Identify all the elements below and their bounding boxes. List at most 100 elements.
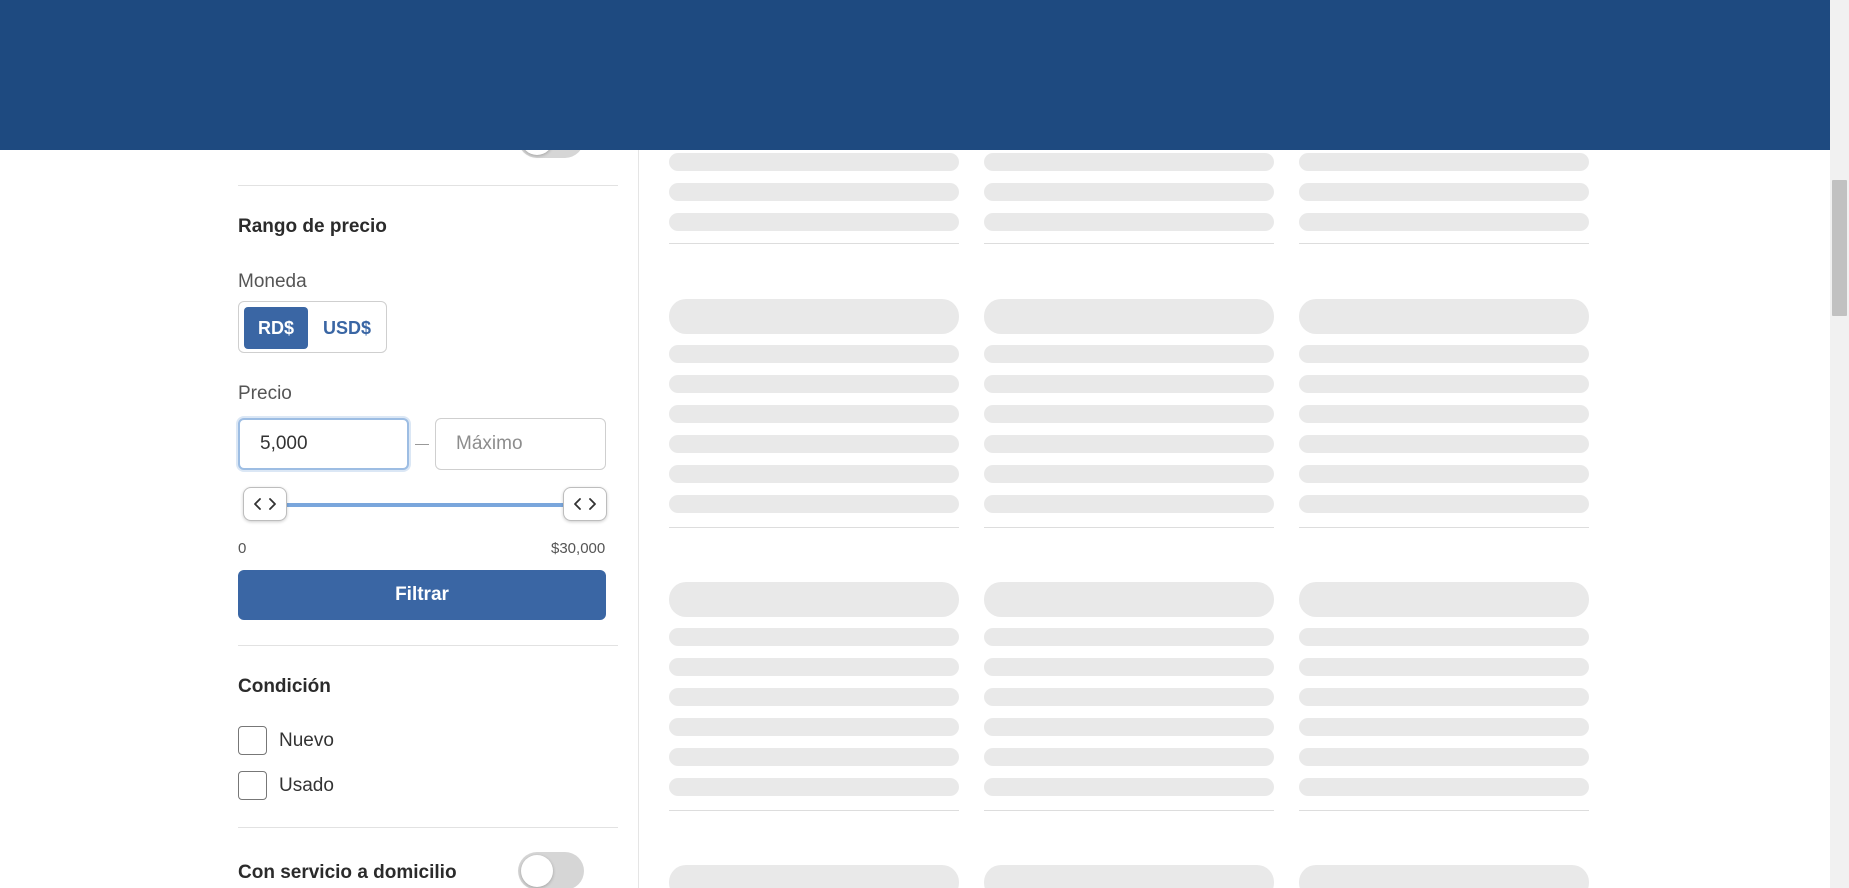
currency-toggle: RD$ USD$ (238, 301, 387, 353)
category-nav: Categorías y más Inmuebles Vehículos Ele… (0, 100, 1830, 132)
skeleton-line (669, 628, 959, 646)
skeleton-line (1299, 658, 1589, 676)
skeleton-line (669, 213, 959, 231)
skeleton-card-divider (984, 810, 1274, 811)
skeleton-line (669, 748, 959, 766)
currency-usd-button[interactable]: USD$ (313, 307, 381, 349)
skeleton-title (984, 299, 1274, 334)
search-icon (1211, 31, 1229, 49)
currency-rd-button[interactable]: RD$ (244, 307, 308, 349)
filter-divider (238, 185, 618, 186)
price-dash (415, 444, 429, 445)
skeleton-title (1299, 582, 1589, 617)
skeleton-line (1299, 748, 1589, 766)
scrollbar-thumb[interactable] (1832, 180, 1847, 316)
checkbox-label: Nuevo (279, 729, 334, 751)
search-input[interactable] (449, 15, 1195, 65)
price-max-input[interactable] (435, 418, 606, 470)
skeleton-line (669, 345, 959, 363)
skeleton-line (984, 345, 1274, 363)
skeleton-line (984, 213, 1274, 231)
categories-label: Categorías y más (238, 104, 396, 125)
publish-label: Publicar (1500, 29, 1576, 50)
skeleton-line (984, 405, 1274, 423)
skeleton-line (669, 405, 959, 423)
skeleton-line (1299, 465, 1589, 483)
skeleton-line (1299, 435, 1589, 453)
filter-divider (238, 645, 618, 646)
login-link[interactable]: Iniciar sesión (1314, 29, 1435, 51)
filter-toggle-top[interactable] (518, 120, 584, 158)
skeleton-card-divider (1299, 243, 1589, 244)
toggle-knob (521, 855, 553, 887)
skeleton-line (1299, 778, 1589, 796)
corotos-logo[interactable]: Corotos (238, 14, 409, 63)
skeleton-title (669, 582, 959, 617)
skeleton-title (669, 299, 959, 334)
price-slider-track[interactable] (265, 503, 583, 507)
skeleton-line (1299, 628, 1589, 646)
skeleton-line (984, 465, 1274, 483)
condition-option-nuevo[interactable]: Nuevo (238, 726, 334, 755)
price-min-input[interactable] (238, 418, 409, 470)
skeleton-card-divider (669, 527, 959, 528)
skeleton-line (669, 718, 959, 736)
skeleton-line (984, 628, 1274, 646)
skeleton-line (1299, 688, 1589, 706)
nav-item-empleo[interactable]: Empleo (1019, 104, 1083, 126)
skeleton-line (1299, 213, 1589, 231)
skeleton-line (984, 718, 1274, 736)
nav-item-hogar[interactable]: Hogar (914, 104, 966, 126)
skeleton-line (1299, 153, 1589, 171)
skeleton-line (669, 183, 959, 201)
skeleton-line (984, 183, 1274, 201)
skeleton-line (984, 748, 1274, 766)
skeleton-line (984, 778, 1274, 796)
skeleton-line (1299, 183, 1589, 201)
skeleton-line (1299, 345, 1589, 363)
chevron-down-icon (406, 110, 421, 120)
publish-button[interactable]: + Publicar (1460, 15, 1589, 65)
price-slider-min-handle[interactable] (243, 487, 287, 521)
skeleton-title (984, 865, 1274, 888)
skeleton-line (669, 375, 959, 393)
skeleton-card-divider (669, 243, 959, 244)
condition-option-usado[interactable]: Usado (238, 771, 334, 800)
checkbox-usado[interactable] (238, 771, 267, 800)
nav-item-soluciones[interactable]: Soluciones para vendedores (1361, 104, 1602, 126)
search-button[interactable] (1195, 15, 1245, 65)
skeleton-card-divider (984, 243, 1274, 244)
nav-item-directorio[interactable]: Directorio (1216, 104, 1297, 126)
arrows-horizontal-icon (574, 498, 596, 510)
categories-menu[interactable]: Categorías y más (238, 104, 421, 126)
nav-item-vehiculos[interactable]: Vehículos (640, 104, 722, 126)
nav-item-electronica[interactable]: Electrónica (771, 104, 865, 126)
price-label: Precio (238, 383, 292, 404)
skeleton-line (669, 465, 959, 483)
plus-icon: + (1473, 22, 1491, 54)
sidebar-divider (638, 150, 639, 888)
filter-divider (238, 827, 618, 828)
skeleton-line (984, 153, 1274, 171)
price-range-title: Rango de precio (238, 216, 387, 237)
skeleton-title (984, 582, 1274, 617)
skeleton-line (669, 435, 959, 453)
skeleton-line (984, 375, 1274, 393)
search-bar (449, 15, 1245, 65)
skeleton-line (1299, 495, 1589, 513)
delivery-toggle[interactable] (518, 852, 584, 888)
checkbox-nuevo[interactable] (238, 726, 267, 755)
arrows-horizontal-icon (254, 498, 276, 510)
currency-label: Moneda (238, 271, 307, 292)
price-slider-max-handle[interactable] (563, 487, 607, 521)
skeleton-line (984, 435, 1274, 453)
page-scrollbar[interactable] (1830, 0, 1849, 888)
skeleton-line (669, 778, 959, 796)
skeleton-title (1299, 865, 1589, 888)
skeleton-card-divider (669, 810, 959, 811)
skeleton-line (984, 688, 1274, 706)
filter-button[interactable]: Filtrar (238, 570, 606, 620)
skeleton-line (1299, 718, 1589, 736)
condition-title: Condición (238, 676, 331, 697)
skeleton-line (669, 495, 959, 513)
